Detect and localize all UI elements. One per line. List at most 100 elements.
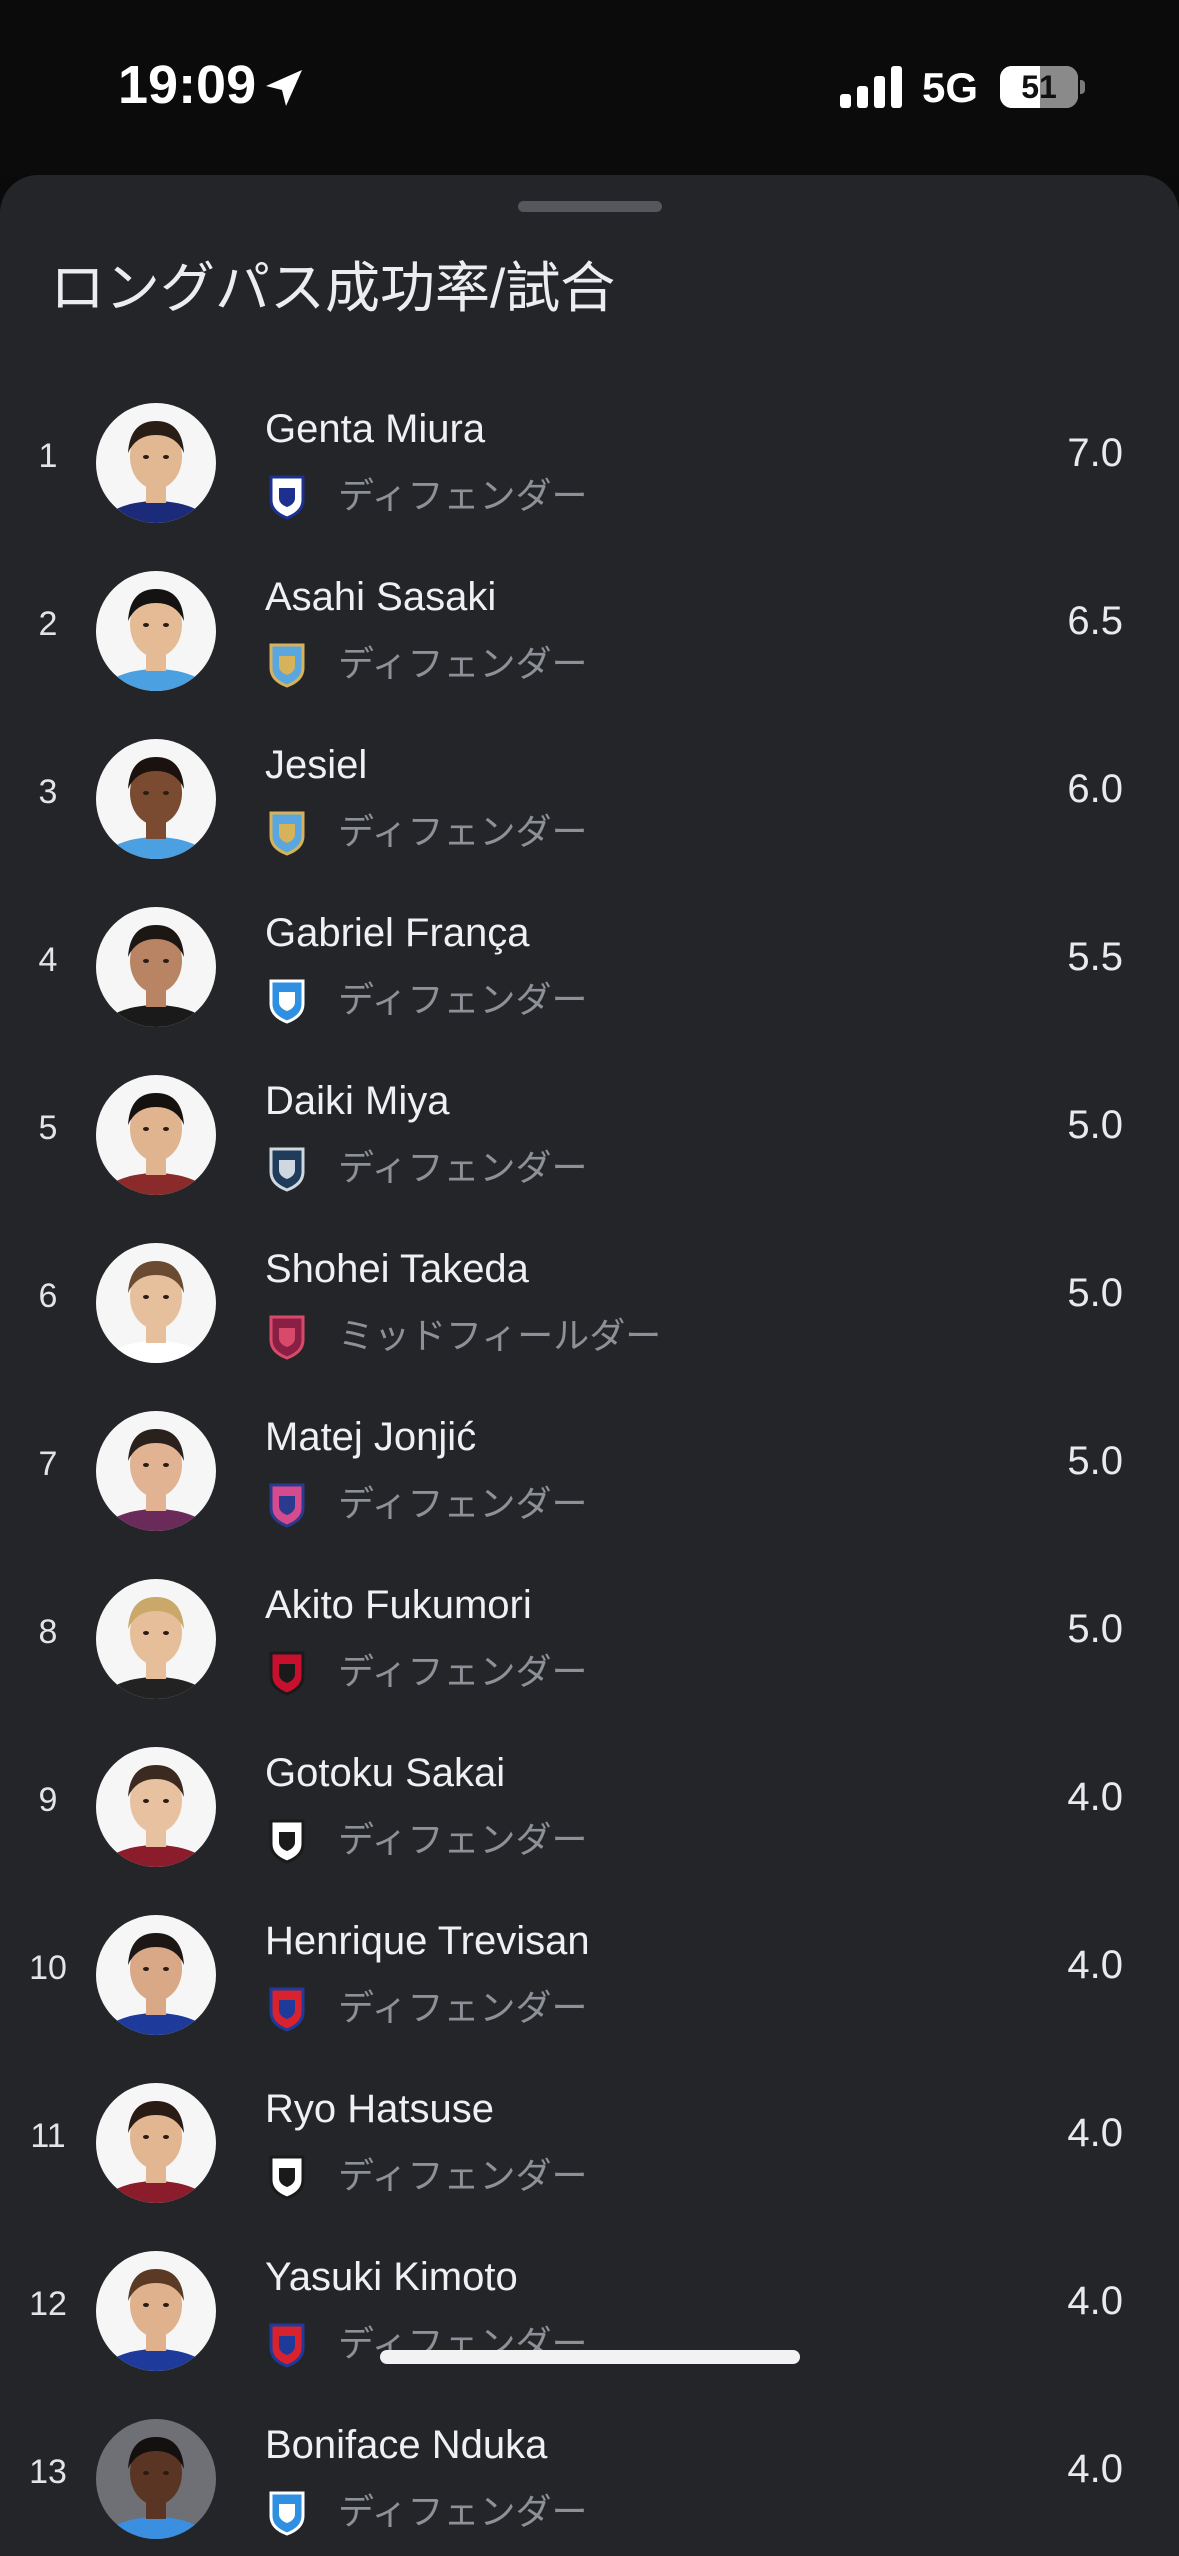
player-name: Shohei Takeda: [265, 1247, 529, 1291]
player-name: Gabriel França: [265, 911, 530, 955]
rank-number: 9: [38, 1781, 58, 1819]
player-row[interactable]: 3 Jesiel ディフェンダー 6.0: [0, 723, 1179, 891]
player-position: ディフェンダー: [338, 1483, 588, 1524]
player-name: Boniface Nduka: [265, 2423, 548, 2467]
rank-number: 5: [38, 1109, 58, 1147]
rank-number: 8: [38, 1613, 58, 1651]
player-avatar: [96, 1915, 216, 2035]
stat-value: 6.0: [1067, 767, 1123, 811]
player-position: ディフェンダー: [338, 1651, 588, 1692]
player-row[interactable]: 10 Henrique Trevisan ディフェンダー 4.0: [0, 1899, 1179, 2067]
vissel-kobe-badge-icon: [269, 1819, 305, 1864]
kyoto-sanga-badge-icon: [269, 1315, 305, 1360]
player-name: Jesiel: [265, 743, 368, 787]
player-name: Yasuki Kimoto: [265, 2255, 518, 2299]
player-name: Matej Jonjić: [265, 1415, 477, 1459]
stat-value: 5.5: [1067, 935, 1123, 979]
player-row[interactable]: 6 Shohei Takeda ミッドフィールダー 5.0: [0, 1227, 1179, 1395]
player-ranking-list: 1 Genta Miura ディフェンダー 7.0 2 Asahi Sasaki ディフェン…: [0, 387, 1179, 2556]
player-avatar: [96, 403, 216, 523]
kawasaki-frontale-badge-icon: [269, 643, 305, 688]
player-position: ディフェンダー: [338, 643, 588, 684]
stat-value: 5.0: [1067, 1607, 1123, 1651]
rank-number: 7: [38, 1445, 58, 1483]
player-row[interactable]: 7 Matej Jonjić ディフェンダー 5.0: [0, 1395, 1179, 1563]
status-time: 19:09: [118, 55, 257, 115]
stat-value: 5.0: [1067, 1271, 1123, 1315]
cellular-signal-icon: [840, 66, 902, 108]
player-row[interactable]: 4 Gabriel França ディフェンダー 5.5: [0, 891, 1179, 1059]
stat-value: 4.0: [1067, 1775, 1123, 1819]
rank-number: 6: [38, 1277, 58, 1315]
battery-tip: [1080, 80, 1085, 94]
stat-value: 7.0: [1067, 431, 1123, 475]
player-avatar: [96, 2419, 216, 2539]
kawasaki-frontale-badge-icon: [269, 811, 305, 856]
player-row[interactable]: 8 Akito Fukumori ディフェンダー 5.0: [0, 1563, 1179, 1731]
stat-value: 5.0: [1067, 1439, 1123, 1483]
rank-number: 12: [29, 2285, 67, 2323]
home-indicator[interactable]: [380, 2350, 800, 2364]
player-avatar: [96, 739, 216, 859]
player-avatar: [96, 1411, 216, 1531]
stat-value: 4.0: [1067, 1943, 1123, 1987]
stat-value: 5.0: [1067, 1103, 1123, 1147]
player-row[interactable]: 11 Ryo Hatsuse ディフェンダー 4.0: [0, 2067, 1179, 2235]
player-name: Gotoku Sakai: [265, 1751, 506, 1795]
player-name: Daiki Miya: [265, 1079, 450, 1123]
player-name: Asahi Sasaki: [265, 575, 497, 619]
player-avatar: [96, 907, 216, 1027]
player-name: Genta Miura: [265, 407, 486, 451]
stat-value: 4.0: [1067, 2447, 1123, 2491]
consadole-sapporo-badge-icon: [269, 1651, 305, 1696]
player-row[interactable]: 12 Yasuki Kimoto ディフェンダー 4.0: [0, 2235, 1179, 2403]
player-row[interactable]: 1 Genta Miura ディフェンダー 7.0: [0, 387, 1179, 555]
ranking-sheet: ロングパス成功率/試合 1 Genta Miura ディフェンダー 7.0 2 Asahi…: [0, 175, 1179, 2556]
player-position: ディフェンダー: [338, 475, 588, 516]
player-row[interactable]: 13 Boniface Nduka ディフェンダー 4.0: [0, 2403, 1179, 2556]
location-arrow-icon: [266, 70, 302, 106]
player-position: ミッドフィールダー: [338, 1315, 662, 1356]
player-position: ディフェンダー: [338, 1987, 588, 2028]
cerezo-osaka-badge-icon: [269, 1483, 305, 1528]
player-position: ディフェンダー: [338, 1819, 588, 1860]
fc-tokyo-badge-icon: [269, 1987, 305, 2032]
rank-number: 3: [38, 773, 58, 811]
status-bar: 19:09 5G 51: [0, 0, 1179, 175]
rank-number: 2: [38, 605, 58, 643]
stat-value: 6.5: [1067, 599, 1123, 643]
rank-number: 10: [29, 1949, 67, 1987]
player-name: Ryo Hatsuse: [265, 2087, 494, 2131]
player-position: ディフェンダー: [338, 979, 588, 1020]
player-row[interactable]: 2 Asahi Sasaki ディフェンダー 6.5: [0, 555, 1179, 723]
stat-value: 4.0: [1067, 2279, 1123, 2323]
player-name: Akito Fukumori: [265, 1583, 532, 1627]
sheet-title: ロングパス成功率/試合: [50, 257, 616, 319]
rank-number: 1: [38, 437, 58, 475]
player-avatar: [96, 571, 216, 691]
yokohama-fc-badge-icon: [269, 979, 305, 1024]
player-row[interactable]: 5 Daiki Miya ディフェンダー 5.0: [0, 1059, 1179, 1227]
player-position: ディフェンダー: [338, 1147, 588, 1188]
vissel-kobe-badge-icon: [269, 2155, 305, 2200]
battery-indicator: 51: [1000, 66, 1078, 108]
player-avatar: [96, 1075, 216, 1195]
yokohama-fc-badge-icon: [269, 2491, 305, 2536]
player-avatar: [96, 2083, 216, 2203]
gamba-osaka-badge-icon: [269, 475, 305, 520]
player-position: ディフェンダー: [338, 2155, 588, 2196]
network-label: 5G: [922, 64, 979, 111]
player-row[interactable]: 9 Gotoku Sakai ディフェンダー 4.0: [0, 1731, 1179, 1899]
fc-tokyo-badge-icon: [269, 2323, 305, 2368]
rank-number: 13: [29, 2453, 67, 2491]
player-avatar: [96, 1579, 216, 1699]
player-position: ディフェンダー: [338, 811, 588, 852]
stat-value: 4.0: [1067, 2111, 1123, 2155]
rank-number: 4: [38, 941, 58, 979]
player-avatar: [96, 1747, 216, 1867]
battery-percent: 51: [1021, 69, 1057, 105]
avispa-fukuoka-badge-icon: [269, 1147, 305, 1192]
player-name: Henrique Trevisan: [265, 1919, 590, 1963]
sheet-grabber[interactable]: [518, 201, 662, 212]
rank-number: 11: [30, 2117, 66, 2155]
